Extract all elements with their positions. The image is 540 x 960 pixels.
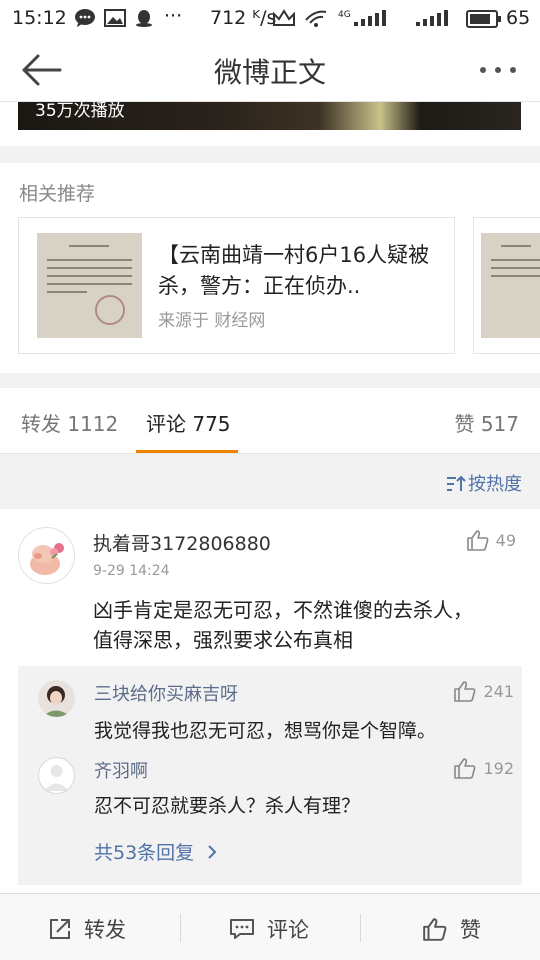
tab-comment[interactable]: 评论 775: [146, 408, 231, 437]
related-headline: 【云南曲靖一村6户16人疑被杀，警方：正在侦办..: [158, 243, 430, 298]
view-all-replies-link[interactable]: 共53条回复: [94, 838, 218, 865]
comment-time: 9-29 14:24: [93, 563, 170, 579]
battery-icon: [466, 9, 502, 34]
nav-bar: 微博正文: [0, 38, 540, 102]
divider: [180, 914, 181, 942]
network-type: 4G: [338, 10, 351, 20]
avatar[interactable]: [18, 527, 75, 584]
reply-like-count: 192: [483, 759, 514, 778]
girl-avatar-icon: [42, 686, 71, 717]
sort-label: 按热度: [468, 474, 522, 495]
more-dots-icon: [480, 67, 516, 73]
sort-by-hot-button[interactable]: 按热度: [446, 470, 522, 496]
gallery-icon: [104, 9, 126, 32]
comment-username[interactable]: 执着哥3172806880: [93, 529, 271, 556]
reply-avatar[interactable]: [38, 757, 75, 794]
reply-text: 我觉得我也忍无可忍，想骂你是个智障。: [94, 720, 437, 742]
crown-icon: [272, 9, 296, 32]
document-thumbnail-next: [481, 233, 540, 338]
sort-bar: 按热度: [0, 454, 540, 509]
reply-list: 三块给你买麻吉呀 241 我觉得我也忍无可忍，想骂你是个智障。 齐羽啊 192 …: [18, 666, 522, 885]
video-play-count: 35万次播放: [35, 101, 125, 121]
thumbs-up-icon: [454, 758, 476, 779]
reply-username[interactable]: 三块给你买麻吉呀: [94, 680, 238, 706]
comment-text: 凶手肯定是忍无可忍，不然谁傻的去杀人， 值得深思，强烈要求公布真相: [93, 595, 473, 655]
battery-percent: 65: [506, 7, 531, 29]
reply-avatar[interactable]: [38, 680, 75, 717]
repost-label: 转发: [84, 918, 126, 942]
reply-username[interactable]: 齐羽啊: [94, 757, 148, 783]
share-icon: [50, 919, 70, 939]
sort-icon: [447, 475, 466, 491]
comment-button[interactable]: 评论: [229, 914, 309, 944]
related-card-next[interactable]: [473, 217, 540, 354]
like-button[interactable]: 赞: [422, 914, 481, 944]
repost-button[interactable]: 转发: [48, 914, 126, 944]
comment-icon: [230, 919, 254, 939]
thumbs-up-icon: [423, 918, 447, 941]
network-speed: 712 ᴷ/s: [210, 7, 277, 29]
active-tab-indicator: [136, 450, 238, 453]
wifi-icon: [304, 6, 330, 33]
divider: [360, 914, 361, 942]
penguin-icon: [135, 8, 153, 33]
replies-more-label: 共53条回复: [94, 842, 195, 864]
more-button[interactable]: [478, 60, 518, 80]
default-avatar-icon: [44, 765, 69, 791]
reply-like-button[interactable]: 241: [453, 680, 514, 702]
status-bar: 15:12 ··· 712 ᴷ/s 4G 65: [0, 0, 540, 38]
related-label: 相关推荐: [19, 183, 96, 205]
document-thumbnail: [37, 233, 142, 338]
comment-text-line-2: 值得深思，强烈要求公布真相: [93, 628, 353, 652]
reply-like-button[interactable]: 192: [453, 757, 514, 779]
status-time: 15:12: [12, 7, 67, 29]
comment-list: 执着哥3172806880 9-29 14:24 49 凶手肯定是忍无可忍，不然…: [0, 509, 540, 893]
video-area: 35万次播放: [0, 102, 540, 146]
related-card[interactable]: 【云南曲靖一村6户16人疑被杀，警方：正在侦办.. 来源于 财经网: [18, 217, 455, 354]
thumbs-up-icon: [466, 530, 489, 551]
comment-like-button[interactable]: 49: [466, 529, 516, 551]
signal-icon: [352, 10, 392, 33]
page-title: 微博正文: [213, 56, 326, 89]
reply-like-count: 241: [483, 682, 514, 701]
interaction-tabs: 转发 1112 评论 775 赞 517: [0, 388, 540, 454]
comment-like-count: 49: [495, 531, 516, 550]
comment-text-line-1: 凶手肯定是忍无可忍，不然谁傻的去杀人，: [93, 598, 473, 622]
pig-avatar-icon: [30, 543, 64, 575]
tab-repost[interactable]: 转发 1112: [21, 408, 118, 437]
related-section: 相关推荐 【云南曲靖一村6户16人疑被杀，警方：正在侦办.. 来源于 财经网: [0, 163, 540, 373]
more-notifications-icon: ···: [164, 5, 183, 27]
tab-like[interactable]: 赞 517: [454, 408, 519, 437]
related-source: 来源于 财经网: [158, 311, 266, 331]
reply-text: 忍不可忍就要杀人？杀人有理？: [94, 795, 361, 817]
thumbs-up-icon: [454, 681, 476, 702]
signal-icon-2: [414, 10, 454, 33]
bottom-action-bar: 转发 评论 赞: [0, 893, 540, 960]
chevron-right-icon: [208, 845, 217, 859]
like-label: 赞: [460, 918, 481, 942]
comment-label: 评论: [267, 918, 309, 942]
chat-icon: [74, 8, 96, 33]
